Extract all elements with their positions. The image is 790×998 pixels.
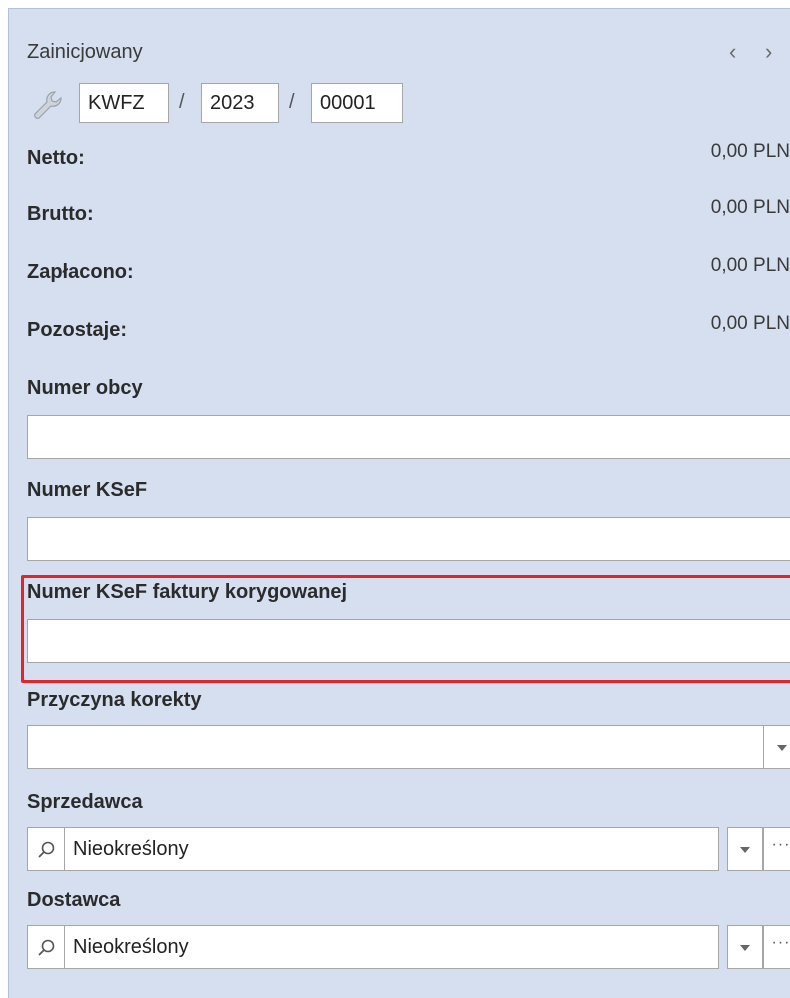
ellipsis-icon: ···	[771, 934, 790, 951]
search-icon	[38, 939, 55, 956]
summary-label-netto: Netto:	[27, 147, 85, 169]
document-panel: Zainicjowany ‹ › KWFZ / 2023 / 00001 Net…	[8, 8, 790, 998]
search-icon	[38, 841, 55, 858]
sprzedawca-more-button[interactable]: ···	[763, 827, 790, 871]
summary-value-zaplacono: 0,00 PLN	[710, 255, 790, 276]
number-separator: /	[179, 91, 185, 113]
numer-obcy-input[interactable]	[27, 415, 790, 459]
chevron-down-icon	[740, 847, 750, 853]
summary-label-pozostaje: Pozostaje:	[27, 319, 128, 341]
sprzedawca-label: Sprzedawca	[27, 791, 143, 813]
numer-ksef-korygowanej-input[interactable]	[27, 619, 790, 663]
dostawca-dropdown-button[interactable]	[727, 925, 763, 969]
document-status: Zainicjowany	[27, 41, 143, 63]
chevron-down-icon	[740, 945, 750, 951]
document-number-field[interactable]: 00001	[311, 83, 403, 123]
dostawca-search-button[interactable]	[27, 925, 65, 969]
document-year-field[interactable]: 2023	[201, 83, 279, 123]
summary-label-zaplacono: Zapłacono:	[27, 261, 134, 283]
dostawca-label: Dostawca	[27, 889, 121, 911]
chevron-down-icon	[777, 745, 787, 751]
numer-ksef-korygowanej-label: Numer KSeF faktury korygowanej	[27, 581, 348, 603]
summary-value-pozostaje: 0,00 PLN	[710, 313, 790, 334]
chevron-left-icon[interactable]: ‹	[729, 39, 736, 65]
sprzedawca-search-button[interactable]	[27, 827, 65, 871]
number-separator: /	[289, 91, 295, 113]
sprzedawca-lookup: Nieokreślony	[27, 827, 719, 871]
przyczyna-korekty-select[interactable]	[27, 725, 790, 769]
ellipsis-icon: ···	[771, 836, 790, 853]
summary-label-brutto: Brutto:	[27, 203, 94, 225]
sprzedawca-dropdown-button[interactable]	[727, 827, 763, 871]
numer-obcy-label: Numer obcy	[27, 377, 143, 399]
przyczyna-korekty-dropdown-button[interactable]	[763, 725, 790, 769]
document-series-field[interactable]: KWFZ	[79, 83, 169, 123]
dostawca-lookup: Nieokreślony	[27, 925, 719, 969]
dostawca-more-button[interactable]: ···	[763, 925, 790, 969]
summary-value-netto: 0,00 PLN	[710, 141, 790, 162]
chevron-right-icon[interactable]: ›	[765, 39, 772, 65]
sprzedawca-value[interactable]: Nieokreślony	[65, 827, 719, 871]
dostawca-value[interactable]: Nieokreślony	[65, 925, 719, 969]
numer-ksef-input[interactable]	[27, 517, 790, 561]
numer-ksef-label: Numer KSeF	[27, 479, 148, 501]
przyczyna-korekty-label: Przyczyna korekty	[27, 689, 202, 711]
wrench-icon[interactable]	[31, 89, 65, 123]
summary-value-brutto: 0,00 PLN	[710, 197, 790, 218]
